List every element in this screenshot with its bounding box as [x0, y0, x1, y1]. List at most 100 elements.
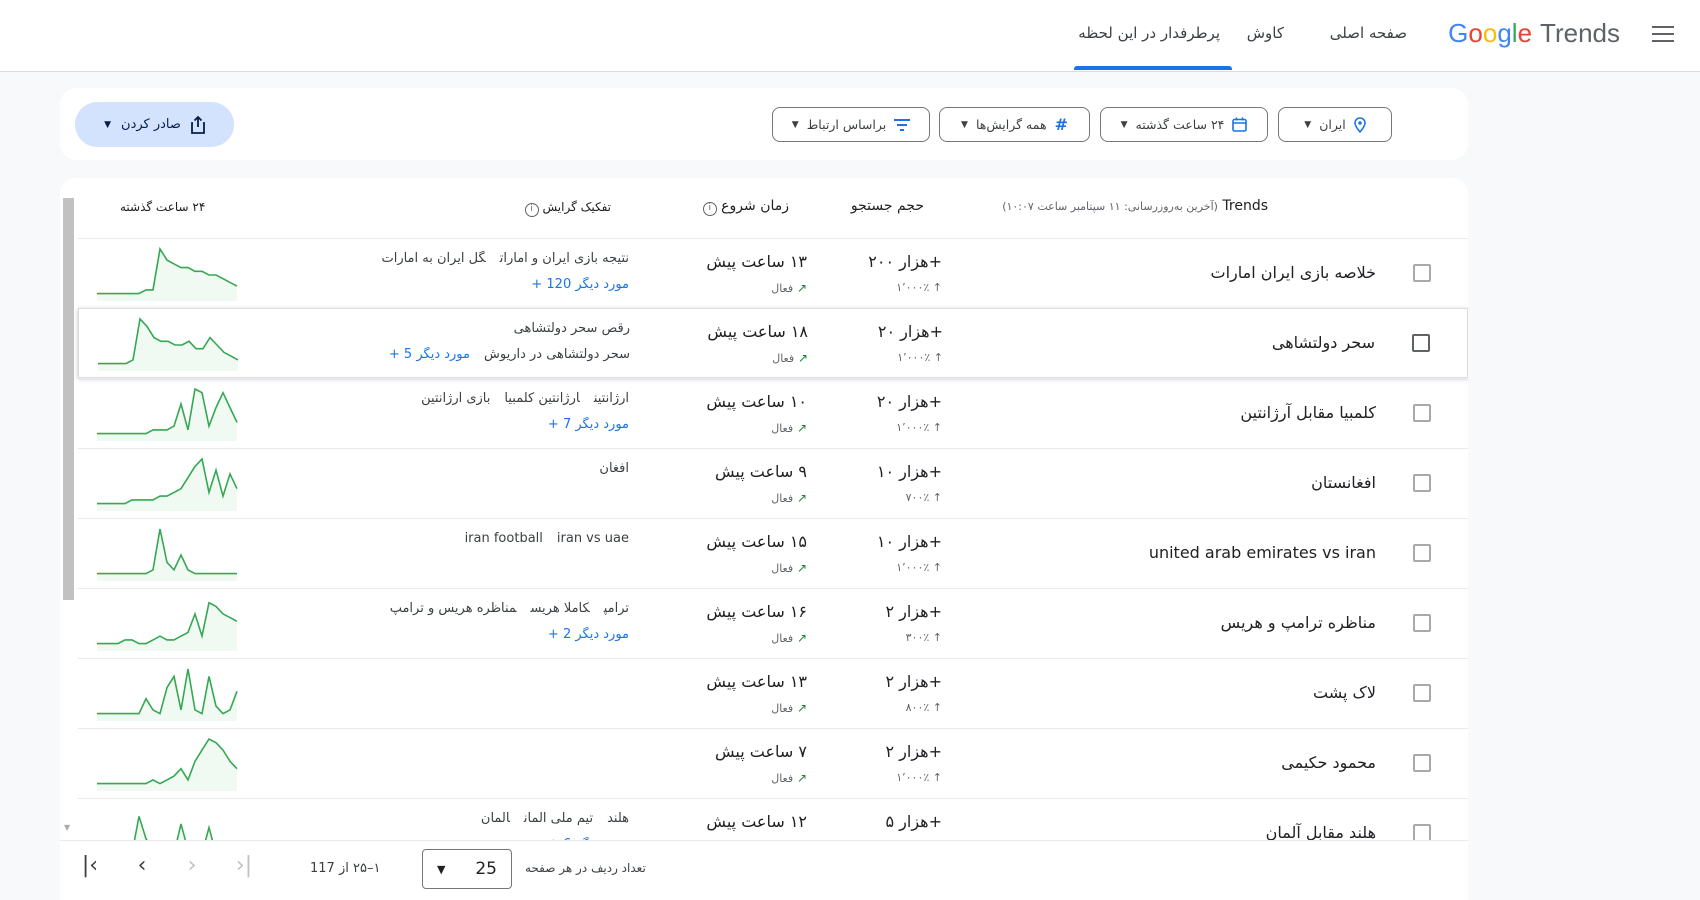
arrow-up-icon: ↑: [929, 771, 942, 784]
related-queries: ترامپ کاملا هریس مناظره هریس و ترامپ: [288, 601, 629, 616]
pagination-bar: |‹ ‹ › ›| ۱–۲۵ از 117 ▼ 25 تعداد ردیف در…: [60, 840, 1468, 900]
trends-table: ▼ Trends (آخرین به‌روزرسانی: ۱۱ سپتامبر …: [60, 178, 1468, 900]
rows-per-page-select[interactable]: ▼ 25: [422, 849, 512, 889]
table-row[interactable]: سحر دولتشاهی +هزار ۲۰ ↑ ۱٬۰۰۰٪ ۱۸ ساعت پیش ↗…: [78, 308, 1468, 378]
related-query-chip[interactable]: iran vs uae: [556, 531, 629, 546]
tab-explore[interactable]: کاوش: [1247, 24, 1284, 42]
scrollbar-thumb[interactable]: [63, 198, 74, 600]
started-time: ۱۸ ساعت پیش: [707, 322, 808, 341]
volume-change: ↑ ۷۰۰٪: [814, 491, 942, 504]
row-checkbox[interactable]: [1413, 404, 1431, 422]
row-checkbox[interactable]: [1413, 544, 1431, 562]
more-related-link[interactable]: + 7 مورد دیگر: [547, 417, 629, 432]
related-query-chip[interactable]: گل ایران به امارات: [381, 251, 486, 266]
table-row[interactable]: مناظره ترامپ و هریس +هزار ۲ ↑ ۳۰۰٪ ۱۶ ساعت …: [78, 588, 1468, 658]
arrow-up-icon: ↑: [929, 631, 942, 644]
sort-filter[interactable]: براساس ارتباط ▼: [772, 107, 930, 142]
trend-title[interactable]: مناظره ترامپ و هریس: [1221, 613, 1376, 632]
info-icon[interactable]: i: [702, 202, 717, 216]
export-button[interactable]: صادر کردن ▼: [75, 102, 234, 147]
trending-up-icon: ↗: [793, 701, 807, 715]
google-trends-logo[interactable]: Google Trends: [1448, 18, 1620, 49]
last-page-button[interactable]: ›|: [229, 853, 259, 878]
menu-icon[interactable]: [1652, 26, 1674, 44]
row-checkbox[interactable]: [1413, 614, 1431, 632]
table-row[interactable]: لاک پشت +هزار ۲ ↑ ۸۰۰٪ ۱۳ ساعت پیش ↗ فعال: [78, 658, 1468, 728]
related-queries: رقص سحر دولتشاهی: [289, 321, 630, 336]
header-started[interactable]: زمان شروع i: [630, 198, 789, 216]
table-row[interactable]: خلاصه بازی ایران امارات +هزار ۲۰۰ ↑ ۱٬۰۰۰٪…: [78, 238, 1468, 308]
category-filter[interactable]: # همه گرایش‌ها ▼: [939, 107, 1090, 142]
sparkline-chart: [97, 457, 238, 511]
status-active: ↗ فعال: [648, 491, 807, 505]
table-row[interactable]: افغانستان +هزار ۱۰ ↑ ۷۰۰٪ ۹ ساعت پیش ↗ فعال ا…: [78, 448, 1468, 518]
started-time: ۱۶ ساعت پیش: [706, 602, 807, 621]
hashtag-icon: #: [1054, 115, 1068, 134]
volume-change-value: ۱٬۰۰۰٪: [896, 281, 930, 294]
header-search-volume[interactable]: حجم جستجو: [796, 198, 924, 214]
sparkline-chart: [97, 387, 238, 441]
header-last-24h: ۲۴ ساعت گذشته: [120, 200, 206, 214]
location-filter[interactable]: ایران ▼: [1278, 107, 1392, 142]
status-label: فعال: [771, 492, 794, 505]
tab-home[interactable]: صفحه اصلی: [1330, 24, 1407, 42]
share-icon: [191, 115, 205, 134]
scroll-down-arrow[interactable]: ▼: [64, 823, 70, 832]
row-checkbox[interactable]: [1412, 334, 1430, 352]
page-range: ۱–۲۵ از 117: [310, 861, 381, 876]
trend-title[interactable]: کلمبیا مقابل آرژانتین: [1240, 403, 1376, 422]
export-dropdown-icon: ▼: [104, 119, 112, 130]
related-query-chip[interactable]: iran football: [464, 531, 543, 546]
volume-change-value: ۱٬۰۰۰٪: [896, 771, 930, 784]
trend-title[interactable]: محمود حکیمی: [1281, 753, 1376, 772]
row-checkbox[interactable]: [1413, 754, 1431, 772]
previous-page-button[interactable]: ‹: [127, 853, 157, 878]
first-page-button[interactable]: |‹: [75, 853, 105, 878]
volume-change: ↑ ۱٬۰۰۰٪: [815, 351, 943, 364]
related-query-chip[interactable]: ترامپ: [603, 601, 629, 616]
related-query-chip[interactable]: بازی آرژانتین: [421, 391, 491, 406]
chevron-down-icon: ▼: [961, 119, 968, 130]
table-row[interactable]: کلمبیا مقابل آرژانتین +هزار ۲۰ ↑ ۱٬۰۰۰٪ ۱۰ …: [78, 378, 1468, 448]
trend-title[interactable]: united arab emirates vs iran: [1149, 543, 1376, 562]
arrow-up-icon: ↑: [929, 491, 942, 504]
more-related-link[interactable]: + 5 مورد دیگر: [388, 347, 470, 362]
status-label: فعال: [771, 772, 794, 785]
row-checkbox[interactable]: [1413, 684, 1431, 702]
related-query-chip[interactable]: آرژانتین: [593, 391, 629, 406]
next-page-button[interactable]: ›: [177, 853, 207, 878]
related-query-chip[interactable]: افغان: [599, 461, 629, 476]
related-query-chip[interactable]: آلمان: [480, 811, 510, 826]
related-query-chip[interactable]: مناظره هریس و ترامپ: [389, 601, 517, 616]
row-checkbox[interactable]: [1413, 264, 1431, 282]
trend-title[interactable]: لاک پشت: [1313, 683, 1376, 702]
related-query-chip[interactable]: تیم ملی آلمان: [523, 811, 594, 826]
related-query-chip[interactable]: هلند: [607, 811, 629, 826]
trend-title[interactable]: افغانستان: [1311, 473, 1376, 492]
arrow-up-icon: ↑: [929, 701, 942, 714]
status-active: ↗ فعال: [648, 701, 807, 715]
related-query-chip[interactable]: سحر دولتشاهی در داریوش: [483, 347, 630, 362]
search-volume: +هزار ۲: [885, 672, 942, 691]
related-query-chip[interactable]: نتیجه بازی ایران و امارات: [499, 251, 629, 266]
more-related-link[interactable]: + 120 مورد دیگر: [531, 277, 629, 292]
info-icon[interactable]: i: [524, 203, 539, 217]
related-query-chip[interactable]: آرژانتین کلمبیا: [504, 391, 580, 406]
time-filter[interactable]: ۲۴ ساعت گذشته ▼: [1100, 107, 1268, 142]
trend-title[interactable]: خلاصه بازی ایران امارات: [1211, 263, 1376, 282]
header-started-label: زمان شروع: [721, 198, 789, 214]
related-query-chip[interactable]: کاملا هریس: [530, 601, 590, 616]
table-row[interactable]: محمود حکیمی +هزار ۲ ↑ ۱٬۰۰۰٪ ۷ ساعت پیش ↗ فع…: [78, 728, 1468, 798]
location-pin-icon: [1353, 116, 1366, 133]
sparkline-chart: [97, 668, 238, 721]
more-related-link[interactable]: + 2 مورد دیگر: [547, 627, 629, 642]
filter-bar: صادر کردن ▼ براساس ارتباط ▼ # همه گرایش‌…: [60, 88, 1468, 160]
arrow-up-icon: ↑: [930, 351, 943, 364]
table-row[interactable]: united arab emirates vs iran +هزار ۱۰ ↑ ۱٬…: [78, 518, 1468, 588]
location-label: ایران: [1319, 117, 1346, 132]
row-checkbox[interactable]: [1413, 474, 1431, 492]
related-queries: iran football iran vs uae: [288, 531, 629, 546]
tab-trending-now[interactable]: پرطرفدار در این لحظه: [1078, 24, 1220, 42]
trend-title[interactable]: سحر دولتشاهی: [1272, 333, 1375, 352]
related-query-chip[interactable]: رقص سحر دولتشاهی: [513, 321, 630, 336]
